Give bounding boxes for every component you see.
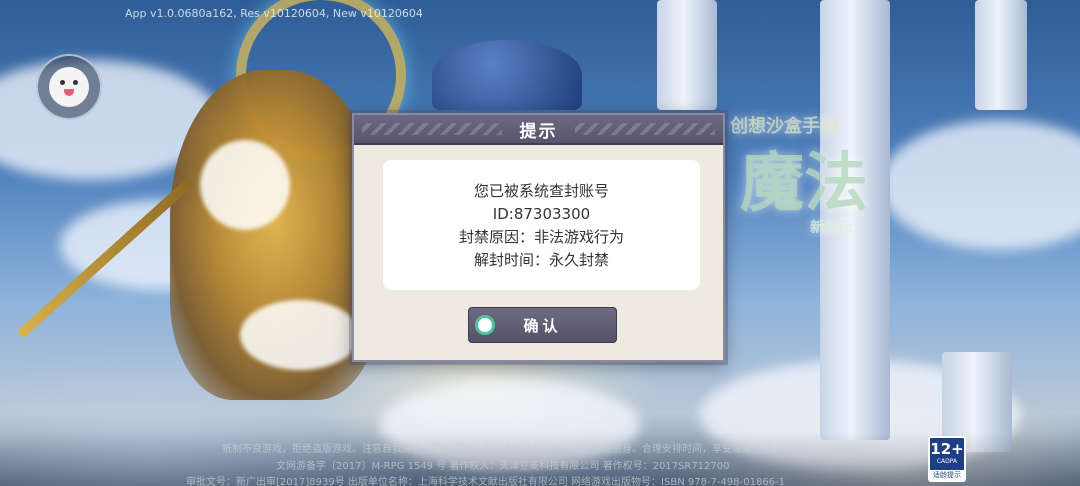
age-rating-tip: 适龄提示 <box>930 470 964 480</box>
publication-info: 审批文号：新广出审[2017]8939号 出版单位名称：上海科学技术文献出版社有… <box>186 477 786 486</box>
confirm-button[interactable]: 确认 <box>468 307 617 343</box>
dialog-header: 提示 <box>354 115 723 145</box>
ban-reason: 封禁原因：非法游戏行为 <box>458 227 624 246</box>
age-rating-org: CADPA <box>936 458 958 465</box>
game-logo: 创想沙盒手游 魔法 新纪元 <box>730 112 900 236</box>
account-id: ID:87303300 <box>492 204 591 223</box>
game-screen: 创想沙盒手游 魔法 新纪元 App v1.0.0680a162, Res v10… <box>0 0 1080 486</box>
health-advisory: 抵制不良游戏，拒绝盗版游戏。注意自我保护，谨防受骗上当。适度游戏益脑，沉迷游戏伤… <box>222 444 782 455</box>
age-rating-value: 12+ <box>930 440 964 458</box>
mascot-face-icon <box>49 67 89 107</box>
game-logo-title: 魔法 <box>740 147 868 221</box>
ban-notice-dialog: 提示 您已被系统查封账号 ID:87303300 封禁原因：非法游戏行为 解封时… <box>352 113 725 362</box>
dialog-title: 提示 <box>519 121 558 142</box>
copyright-info: 文网游备字〔2017〕M-RPG 1549 号 著作权人：天津豆麦科技有限公司 … <box>276 461 730 472</box>
version-text: App v1.0.0680a162, Res v10120604, New v1… <box>125 7 423 20</box>
age-rating-badge: 12+ CADPA 适龄提示 <box>928 436 966 482</box>
avatar-button[interactable] <box>36 54 102 120</box>
confirm-button-label: 确认 <box>523 316 562 335</box>
ban-message: 您已被系统查封账号 <box>473 181 609 200</box>
circle-icon <box>475 315 495 335</box>
unban-time: 解封时间：永久封禁 <box>473 250 609 269</box>
game-logo-tagline: 新纪元 <box>810 220 852 236</box>
dialog-message-box: 您已被系统查封账号 ID:87303300 封禁原因：非法游戏行为 解封时间：永… <box>383 160 700 290</box>
